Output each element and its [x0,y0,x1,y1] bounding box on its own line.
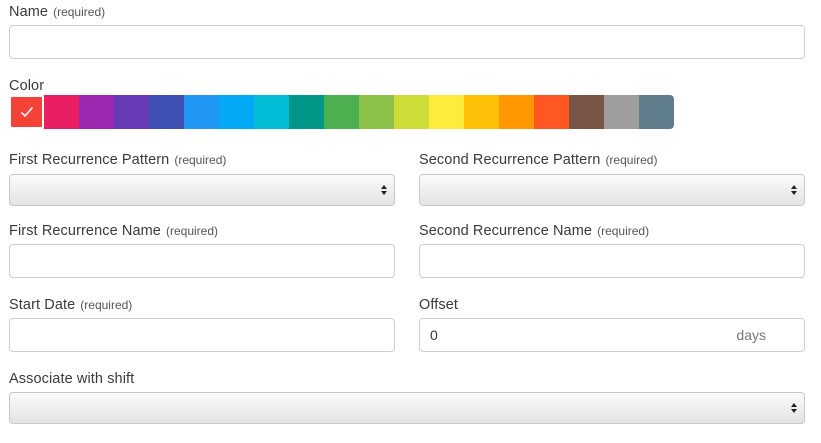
name-required-hint: (required) [53,5,106,19]
color-swatch[interactable] [499,95,534,129]
second-pattern-field: Second Recurrence Pattern (required) [419,151,805,206]
color-field: Color [9,77,44,97]
color-swatch[interactable] [534,95,569,129]
offset-label: Offset [419,297,459,313]
color-swatch[interactable] [219,95,254,129]
first-name-label: First Recurrence Name [9,223,161,239]
first-name-input[interactable] [9,244,395,278]
first-pattern-required-hint: (required) [174,153,227,167]
shift-field: Associate with shift [9,370,805,424]
first-pattern-label: First Recurrence Pattern [9,152,170,168]
shift-select[interactable] [9,392,805,424]
color-swatch[interactable] [184,95,219,129]
second-pattern-select[interactable] [419,174,805,206]
first-pattern-select[interactable] [9,174,395,206]
color-swatch[interactable] [429,95,464,129]
start-date-required-hint: (required) [80,298,133,312]
select-arrows-icon [791,185,797,195]
second-pattern-required-hint: (required) [605,153,658,167]
checkmark-icon [11,97,42,127]
second-name-input[interactable] [419,244,805,278]
second-name-label: Second Recurrence Name [419,223,593,239]
first-pattern-field: First Recurrence Pattern (required) [9,151,395,206]
name-field: Name (required) [9,3,805,59]
color-swatch[interactable] [359,95,394,129]
color-label: Color [9,78,45,94]
color-swatch[interactable] [639,95,674,129]
shift-label: Associate with shift [9,371,135,387]
second-name-field: Second Recurrence Name (required) [419,222,805,278]
color-swatch[interactable] [44,95,79,129]
color-swatch[interactable] [254,95,289,129]
name-input[interactable] [9,25,805,59]
color-swatch[interactable] [464,95,499,129]
color-swatch[interactable] [79,95,114,129]
first-name-required-hint: (required) [165,224,219,238]
select-arrows-icon [791,403,797,413]
second-name-required-hint: (required) [597,224,650,238]
offset-field: Offset 0 days [419,296,805,352]
color-swatch[interactable] [149,95,184,129]
color-swatch[interactable] [394,95,429,129]
second-pattern-label: Second Recurrence Pattern [419,152,601,168]
first-name-field: First Recurrence Name (required) [9,222,395,278]
offset-input[interactable]: 0 days [419,318,805,352]
offset-value: 0 [430,327,438,343]
color-swatch[interactable] [114,95,149,129]
color-swatch[interactable] [289,95,324,129]
color-swatch[interactable] [604,95,639,129]
offset-unit: days [736,327,766,343]
color-swatch-picker [9,95,674,129]
start-date-field: Start Date (required) [9,296,395,352]
name-label: Name [9,4,49,20]
color-swatch[interactable] [569,95,604,129]
color-swatch[interactable] [9,95,44,129]
start-date-label: Start Date [9,297,76,313]
select-arrows-icon [381,185,387,195]
start-date-input[interactable] [9,318,395,352]
color-swatch[interactable] [324,95,359,129]
